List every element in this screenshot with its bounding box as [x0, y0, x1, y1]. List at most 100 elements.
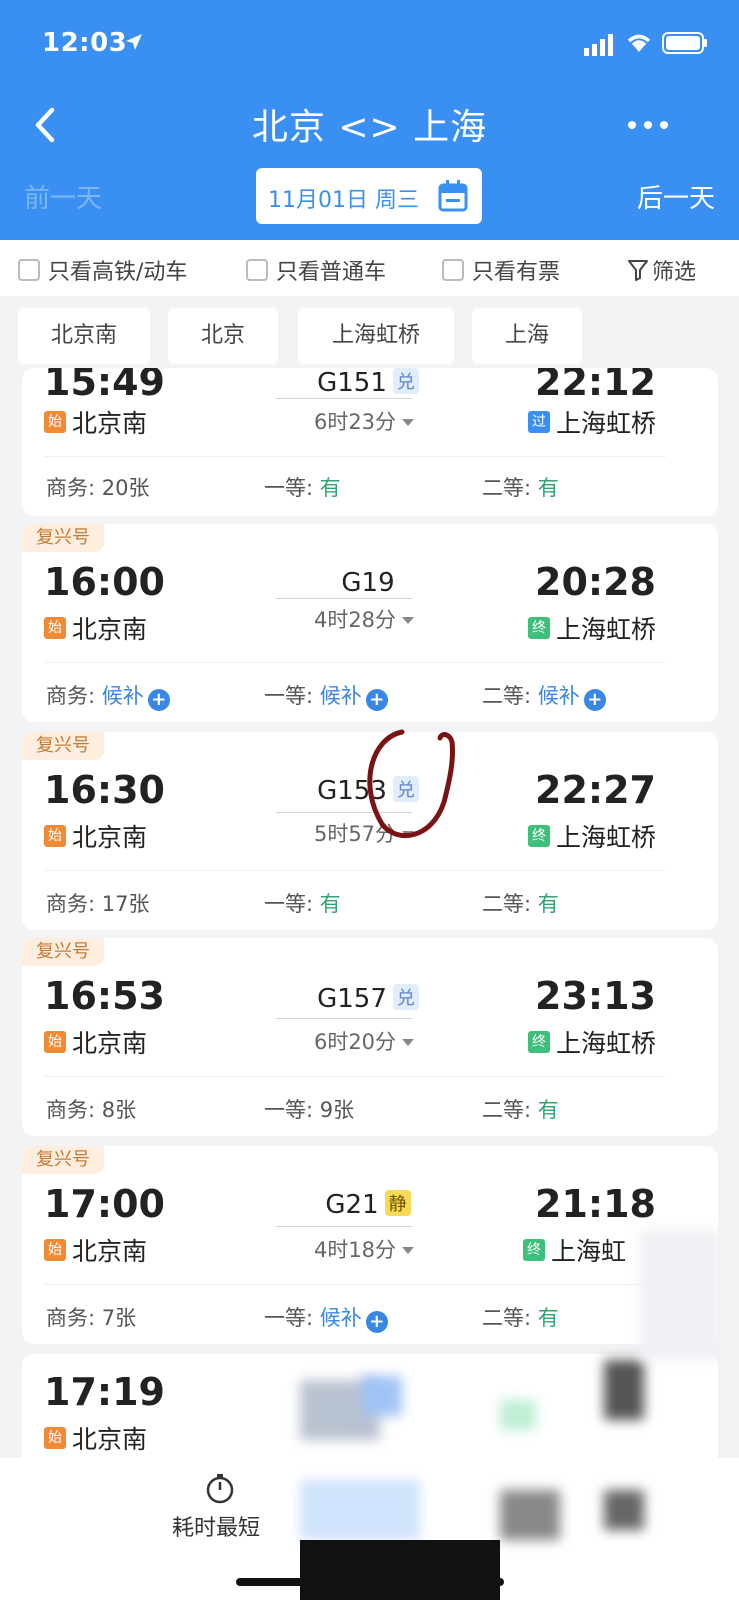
- status-bar: 12:03: [0, 0, 739, 90]
- duration-text: 6时20分: [313, 1030, 397, 1054]
- departure-time: 17:00: [44, 1182, 165, 1226]
- duration-text: 4时18分: [313, 1238, 397, 1262]
- caret-down-icon: [402, 419, 415, 426]
- train-card[interactable]: 复兴号 17:00 G21 静 21:18 4时18分 始北京南 终上海虹 商务:…: [22, 1146, 718, 1344]
- terminal-tag: 终: [527, 1031, 550, 1053]
- seat-value: 候补: [101, 684, 144, 708]
- station-chip[interactable]: 上海虹桥: [298, 308, 454, 364]
- divider: [44, 1076, 666, 1077]
- seat-label: 商务:: [46, 1098, 96, 1122]
- train-number-text: G151: [317, 368, 387, 398]
- arrival-time: 21:18: [535, 1182, 656, 1226]
- seat-first[interactable]: 一等: 候补 +: [264, 680, 388, 711]
- exchange-badge: 兑: [392, 984, 419, 1010]
- checkbox[interactable]: [18, 259, 40, 281]
- duration[interactable]: 6时20分: [276, 1026, 452, 1056]
- seat-first: 一等: 9张: [264, 1094, 354, 1124]
- checkbox[interactable]: [442, 259, 464, 281]
- origin-tag: 始: [44, 1031, 66, 1053]
- fuxing-tag: 复兴号: [22, 1146, 104, 1174]
- add-waitlist-icon[interactable]: +: [147, 689, 170, 711]
- seat-value: 有: [319, 892, 341, 916]
- seat-value: 有: [537, 476, 559, 500]
- date-picker[interactable]: 11月01日 周三: [256, 168, 482, 224]
- filter-button-label: 筛选: [652, 260, 697, 285]
- departure-time: 17:19: [44, 1370, 165, 1414]
- origin-tag: 始: [44, 411, 66, 433]
- sort-shortest-duration[interactable]: 耗时最短: [172, 1510, 260, 1542]
- seat-business: 商务: 7张: [46, 1302, 136, 1332]
- calendar-icon: [438, 180, 468, 212]
- seat-business[interactable]: 商务: 候补 +: [46, 680, 170, 711]
- arrival-station: 终上海虹: [522, 1232, 626, 1268]
- filter-high-speed[interactable]: 只看高铁/动车: [18, 254, 187, 286]
- seat-second[interactable]: 二等: 候补 +: [482, 680, 606, 711]
- seat-label: 商务:: [46, 1306, 96, 1330]
- filter-regular[interactable]: 只看普通车: [246, 254, 386, 286]
- duration[interactable]: 4时18分: [276, 1234, 452, 1264]
- arrival-station-name: 上海虹桥: [555, 1029, 656, 1058]
- station-chip[interactable]: 北京南: [18, 308, 150, 364]
- divider: [44, 662, 666, 663]
- mosaic-blur: [604, 1490, 644, 1530]
- date-label: 11月01日 周三: [268, 188, 419, 213]
- departure-station: 始北京南: [44, 1420, 147, 1456]
- seat-label: 一等:: [264, 892, 314, 916]
- seat-value: 17张: [101, 892, 150, 916]
- prev-day-button[interactable]: 前一天: [24, 178, 102, 215]
- stopwatch-icon[interactable]: [204, 1472, 236, 1504]
- add-waitlist-icon[interactable]: +: [583, 689, 606, 711]
- station-chip[interactable]: 上海: [472, 308, 582, 364]
- seat-value: 候补: [537, 684, 580, 708]
- seat-value: 有: [537, 1306, 559, 1330]
- arrival-station: 终上海虹桥: [527, 818, 656, 854]
- train-card[interactable]: 15:49 G151 兑 22:12 6时23分 始北京南 过上海虹桥 商务: 2…: [22, 368, 718, 516]
- origin-tag: 始: [44, 1239, 66, 1261]
- mosaic-blur: [500, 1490, 560, 1540]
- checkbox[interactable]: [246, 259, 268, 281]
- seat-label: 商务:: [46, 892, 96, 916]
- train-card[interactable]: 复兴号 16:00 G19 20:28 4时28分 始北京南 终上海虹桥 商务:…: [22, 524, 718, 722]
- filter-label: 只看有票: [472, 260, 561, 285]
- next-day-button[interactable]: 后一天: [637, 178, 715, 215]
- more-icon[interactable]: [624, 110, 672, 140]
- station-chip[interactable]: 北京: [168, 308, 278, 364]
- arrival-station-name: 上海虹: [550, 1237, 626, 1266]
- duration-line: [276, 1018, 412, 1019]
- filter-button[interactable]: 筛选: [628, 254, 696, 286]
- train-card[interactable]: 复兴号 16:53 G157 兑 23:13 6时20分 始北京南 终上海虹桥 商…: [22, 938, 718, 1136]
- train-number-text: G21: [325, 1190, 379, 1220]
- caret-down-icon: [402, 1247, 415, 1254]
- departure-station-name: 北京南: [72, 823, 148, 852]
- seat-second: 二等: 有: [482, 1302, 559, 1332]
- add-waitlist-icon[interactable]: +: [365, 1311, 388, 1333]
- departure-station-name: 北京南: [72, 615, 148, 644]
- filter-available[interactable]: 只看有票: [442, 254, 560, 286]
- seat-first[interactable]: 一等: 候补 +: [264, 1302, 388, 1333]
- wifi-icon: [627, 34, 651, 52]
- seat-label: 商务:: [46, 476, 96, 500]
- mosaic-blur: [500, 1400, 536, 1430]
- seat-label: 一等:: [264, 684, 314, 708]
- departure-station: 始北京南: [44, 610, 147, 646]
- filter-bar: 只看高铁/动车 只看普通车 只看有票 筛选: [0, 240, 739, 296]
- mosaic-blur: [604, 1360, 644, 1420]
- arrival-time: 23:13: [535, 974, 656, 1018]
- seat-value: 20张: [101, 476, 150, 500]
- funnel-icon: [628, 260, 648, 281]
- annotation-circle: [367, 729, 455, 839]
- mosaic-blur: [640, 1230, 720, 1360]
- arrival-station: 过上海虹桥: [527, 404, 656, 440]
- seat-second: 二等: 有: [482, 1094, 559, 1124]
- arrival-station-name: 上海虹桥: [555, 823, 656, 852]
- add-waitlist-icon[interactable]: +: [365, 689, 388, 711]
- duration[interactable]: 6时23分: [276, 406, 452, 436]
- train-number: G151 兑: [278, 368, 458, 398]
- exchange-badge: 兑: [392, 368, 419, 394]
- departure-station-name: 北京南: [72, 1237, 148, 1266]
- duration[interactable]: 4时28分: [276, 604, 452, 634]
- seat-first: 一等: 有: [264, 888, 341, 918]
- seat-first: 一等: 有: [264, 472, 341, 502]
- header: 12:03 北京 <> 上海 前一天 11月01日 周三 后一天: [0, 0, 739, 240]
- origin-tag: 始: [44, 825, 66, 847]
